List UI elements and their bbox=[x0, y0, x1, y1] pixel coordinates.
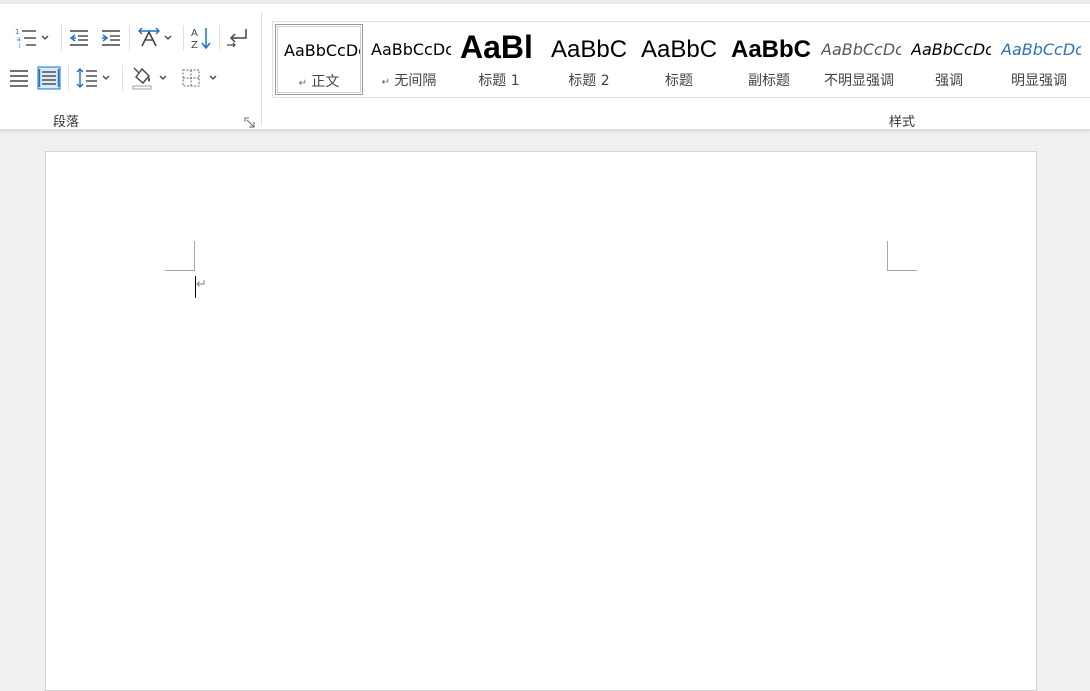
style-heading-1[interactable]: AaBl 标题 1 bbox=[455, 24, 543, 95]
svg-text:1: 1 bbox=[15, 28, 19, 36]
separator bbox=[68, 65, 69, 91]
style-sample: AaBbCcDc bbox=[1001, 40, 1081, 59]
style-name: 明显强调 bbox=[1011, 73, 1067, 89]
style-sample: AaBbC bbox=[551, 36, 628, 63]
svg-text:a: a bbox=[17, 36, 21, 43]
ribbon: 1 a i A Z 段落 AaBbCcDc ↵ 正文 AaBbCcDc ↵ 无间… bbox=[0, 0, 1090, 130]
style-name: 标题 2 bbox=[568, 73, 610, 89]
multilevel-list-icon: 1 a i bbox=[14, 26, 38, 50]
style-sample: AaBbC bbox=[731, 36, 811, 63]
style-emphasis[interactable]: AaBbCcDc 强调 bbox=[905, 24, 993, 95]
increase-indent-button[interactable] bbox=[98, 24, 124, 52]
chevron-down-icon bbox=[208, 73, 218, 83]
group-separator bbox=[261, 12, 262, 126]
crop-mark-top-left bbox=[165, 241, 195, 271]
style-sample: AaBbCcDc bbox=[284, 41, 360, 60]
style-sample: AaBbCcDc bbox=[821, 40, 901, 59]
show-marks-button[interactable] bbox=[223, 24, 251, 52]
style-normal[interactable]: AaBbCcDc ↵ 正文 bbox=[275, 24, 363, 95]
styles-gallery: AaBbCcDc ↵ 正文 AaBbCcDc ↵ 无间隔 AaBl 标题 1 A… bbox=[272, 21, 1090, 98]
svg-text:A: A bbox=[191, 28, 198, 39]
separator bbox=[183, 25, 184, 51]
style-heading-2[interactable]: AaBbC 标题 2 bbox=[545, 24, 633, 95]
chinese-layout-button[interactable] bbox=[133, 24, 177, 52]
svg-text:i: i bbox=[19, 43, 21, 50]
line-spacing-button[interactable] bbox=[72, 64, 114, 92]
decrease-indent-button[interactable] bbox=[66, 24, 92, 52]
separator bbox=[219, 25, 220, 51]
style-name: 标题 1 bbox=[478, 73, 520, 89]
style-title[interactable]: AaBbC 标题 bbox=[635, 24, 723, 95]
chevron-down-icon bbox=[101, 73, 111, 83]
justify-button[interactable] bbox=[6, 64, 32, 92]
style-name: 标题 bbox=[665, 73, 693, 89]
paragraph-mark-icon bbox=[225, 26, 249, 50]
increase-indent-icon bbox=[100, 27, 122, 49]
multilevel-list-button[interactable]: 1 a i bbox=[10, 24, 54, 52]
paragraph-mark: ↵ bbox=[196, 277, 207, 292]
styles-group-label: 样式 bbox=[889, 115, 916, 130]
chinese-layout-icon bbox=[137, 26, 161, 50]
borders-icon bbox=[180, 67, 202, 89]
style-name: 副标题 bbox=[748, 73, 790, 89]
distributed-icon bbox=[37, 66, 61, 90]
borders-button[interactable] bbox=[176, 64, 222, 92]
style-sample: AaBbCcDc bbox=[911, 40, 991, 59]
dialog-launcher-icon[interactable] bbox=[244, 114, 256, 128]
style-name: 不明显强调 bbox=[824, 73, 894, 89]
sort-button[interactable]: A Z bbox=[187, 24, 215, 52]
separator bbox=[129, 25, 130, 51]
shading-bucket-icon bbox=[130, 65, 154, 91]
paragraph-group: 1 a i A Z 段落 bbox=[0, 4, 262, 130]
separator bbox=[61, 25, 62, 51]
chevron-down-icon bbox=[163, 33, 173, 43]
crop-mark-top-right bbox=[887, 241, 917, 271]
paragraph-group-label: 段落 bbox=[53, 115, 80, 130]
style-subtle-emphasis[interactable]: AaBbCcDc 不明显强调 bbox=[815, 24, 903, 95]
chevron-down-icon bbox=[40, 33, 50, 43]
style-name: ↵ 无间隔 bbox=[381, 73, 437, 89]
style-no-spacing[interactable]: AaBbCcDc ↵ 无间隔 bbox=[365, 24, 453, 95]
style-subtitle[interactable]: AaBbC 副标题 bbox=[725, 24, 813, 95]
style-name: 强调 bbox=[935, 73, 963, 89]
style-sample: AaBl bbox=[460, 29, 533, 65]
decrease-indent-icon bbox=[68, 27, 90, 49]
style-name: ↵ 正文 bbox=[298, 74, 340, 90]
document-page[interactable]: ↵ bbox=[45, 151, 1037, 691]
style-intense-emphasis[interactable]: AaBbCcDc 明显强调 bbox=[995, 24, 1083, 95]
shading-button[interactable] bbox=[126, 64, 172, 92]
svg-text:Z: Z bbox=[191, 40, 198, 51]
chevron-down-icon bbox=[158, 73, 168, 83]
line-spacing-icon bbox=[75, 66, 99, 90]
justify-icon bbox=[8, 67, 30, 89]
style-sample: AaBbC bbox=[641, 36, 718, 63]
separator bbox=[122, 65, 123, 91]
sort-az-icon: A Z bbox=[189, 25, 213, 51]
distributed-button[interactable] bbox=[36, 64, 62, 92]
style-sample: AaBbCcDc bbox=[371, 40, 451, 59]
